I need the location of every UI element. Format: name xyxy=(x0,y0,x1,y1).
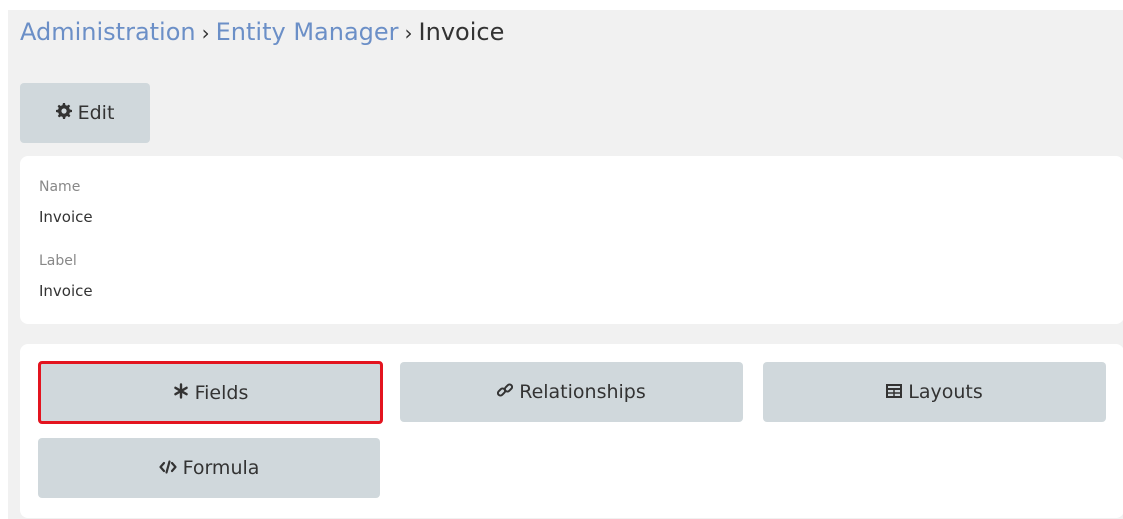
formula-button-label: Formula xyxy=(182,457,260,479)
label-field-label: Label xyxy=(39,253,77,269)
breadcrumb-current: Invoice xyxy=(418,18,505,46)
edit-button[interactable]: Edit xyxy=(20,83,150,143)
asterisk-icon xyxy=(173,382,195,404)
fields-button-label: Fields xyxy=(194,381,249,404)
edit-button-label: Edit xyxy=(77,102,115,124)
breadcrumb-separator: › xyxy=(404,21,413,45)
breadcrumb-separator: › xyxy=(201,21,210,45)
code-icon xyxy=(158,457,183,479)
label-field-value: Invoice xyxy=(39,282,93,300)
breadcrumb-link-entity-manager[interactable]: Entity Manager xyxy=(216,18,399,46)
details-panel: Name Invoice Label Invoice xyxy=(20,156,1123,324)
name-field-label: Name xyxy=(39,179,81,195)
link-icon xyxy=(497,381,519,403)
breadcrumb: Administration › Entity Manager › Invoice xyxy=(20,15,504,50)
table-icon xyxy=(886,381,908,403)
relationships-button-label: Relationships xyxy=(519,381,646,403)
gear-icon xyxy=(55,102,78,124)
layouts-button-label: Layouts xyxy=(908,381,983,403)
formula-button[interactable]: Formula xyxy=(38,438,380,498)
relationships-button[interactable]: Relationships xyxy=(400,362,743,422)
layouts-button[interactable]: Layouts xyxy=(763,362,1106,422)
breadcrumb-link-administration[interactable]: Administration xyxy=(20,18,196,46)
name-field-value: Invoice xyxy=(39,208,93,226)
fields-button[interactable]: Fields xyxy=(38,361,383,424)
